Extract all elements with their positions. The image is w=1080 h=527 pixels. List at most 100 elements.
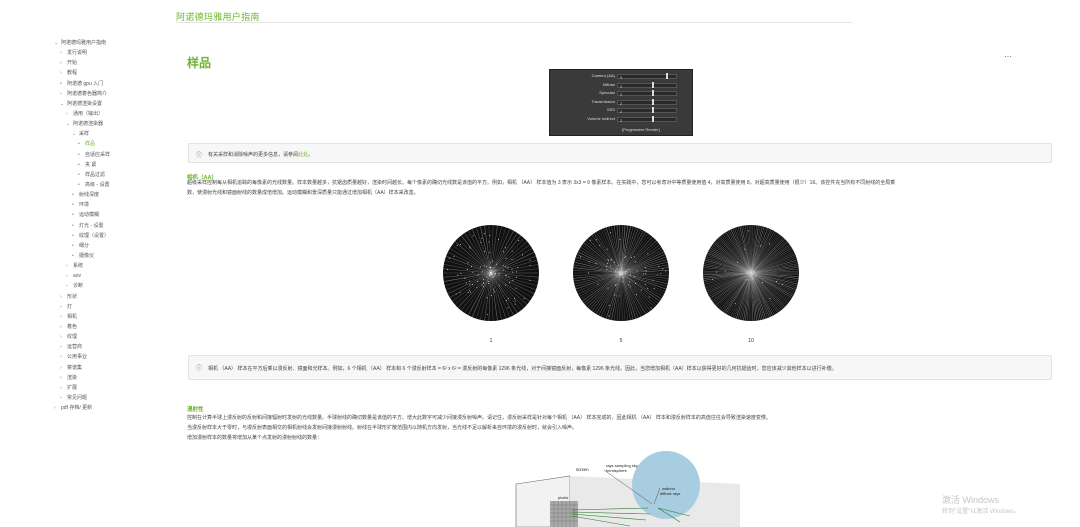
sidebar-item[interactable]: › 着色	[50, 322, 175, 332]
sidebar-item[interactable]: › 扩展	[50, 383, 175, 393]
bullet-icon: •	[78, 171, 80, 178]
sidebar-item[interactable]: ⌄ 阿诺德渲染器	[50, 119, 175, 129]
sidebar-item[interactable]: • 射线深度	[50, 190, 175, 200]
sidebar-item[interactable]: › 通用（输出）	[50, 109, 175, 119]
sidebar-item[interactable]: › 诊断	[50, 281, 175, 291]
bullet-icon: •	[72, 212, 74, 219]
sidebar-item[interactable]: • 阿诺德 gpu 入门	[50, 79, 175, 89]
chevron-right-icon: ›	[60, 374, 62, 381]
sidebar-item[interactable]: › 公用事业	[50, 352, 175, 362]
sidebar-item-label: aov	[73, 273, 82, 280]
sidebar-item[interactable]: › 发行说明	[50, 48, 175, 58]
sidebar-item-label: 阿诺德玛雅用户指南	[61, 40, 107, 46]
bullet-icon: •	[72, 192, 74, 199]
bullet-icon: •	[78, 141, 80, 148]
sidebar-item[interactable]: › aov	[50, 271, 175, 281]
sidebar-item-label: 发行说明	[67, 50, 88, 57]
sidebar-item[interactable]: • 灯光 - 设置	[50, 221, 175, 231]
bullet-icon: •	[60, 80, 62, 87]
sidebar-item[interactable]: ⌄ 采样	[50, 129, 175, 139]
panel-row: Volume Indirect 2	[550, 115, 692, 123]
sidebar-item[interactable]: › 灯	[50, 302, 175, 312]
sidebar-item[interactable]: • 细分	[50, 241, 175, 251]
sidebar-item-label: 样品过滤	[85, 171, 106, 178]
panel-row-value[interactable]: 2	[617, 99, 677, 106]
sidebar-item[interactable]: › 开始	[50, 58, 175, 68]
sidebar-item[interactable]: › 阿诺德着色器简介	[50, 89, 175, 99]
bullet-icon: •	[78, 181, 80, 188]
sidebar-item-label: 高级 - 设置	[85, 181, 110, 188]
paragraph-line: 数，使漫射光线和镜面射线的数量成倍增加。运动模糊和景深质量只能通过增加相机（AA…	[187, 190, 419, 196]
sidebar-item-label: 教程	[67, 70, 78, 77]
diagram-label-rays-2: hemisphere	[606, 468, 628, 473]
sidebar-item[interactable]: • 样品	[50, 139, 175, 149]
sidebar-item[interactable]: • 高级 - 设置	[50, 180, 175, 190]
top-header: 阿诺德玛雅用户指南	[176, 0, 852, 23]
panel-row-label: SSS	[606, 107, 615, 112]
slider-thumb[interactable]	[651, 107, 654, 113]
sampling-settings-panel: [Progressive Render] Camera (AA) 3 Diffuse…	[549, 69, 693, 136]
paragraph-line: 控制在计算半球上漫反射的反射和间接辐射时发射的光线数量。半球射线的确切数量是该值…	[187, 415, 771, 421]
sidebar-item-label: 摄像仪	[79, 252, 95, 259]
panel-row-value[interactable]: 2	[617, 91, 677, 97]
sidebar-item-label: 纹理	[67, 334, 78, 341]
sidebar-item[interactable]: • 摄像仪	[50, 251, 175, 261]
more-options-button[interactable]: ···	[1004, 52, 1012, 61]
sidebar-item[interactable]: • 样品过滤	[50, 170, 175, 180]
sidebar-item[interactable]: › 形状	[50, 292, 175, 302]
sidebar-item-label: 纹理（设置）	[79, 232, 110, 239]
paragraph-line: 超级采样控制每从相机追踪的每像素的光线数量。样本数量越多，抗锯齿质量越好，渲染时…	[187, 180, 896, 186]
sidebar-item[interactable]: › 系统	[50, 261, 175, 271]
sidebar-item-label: 开始	[67, 60, 78, 67]
info-icon: ⓘ	[196, 366, 203, 372]
site-title[interactable]: 阿诺德玛雅用户指南	[176, 10, 260, 23]
disc-label: 1	[489, 338, 493, 344]
sidebar-item-label: 运动模糊	[79, 212, 100, 219]
sidebar-item-label: 样品	[85, 141, 96, 148]
slider-thumb[interactable]	[651, 81, 654, 88]
sidebar-item[interactable]: • 纹理（设置）	[50, 231, 175, 241]
sidebar-item[interactable]: • 环境	[50, 200, 175, 210]
sidebar-item[interactable]: › 相机	[50, 312, 175, 322]
panel-row-label: Diffuse	[602, 81, 615, 87]
diagram-label-screen: screen	[576, 467, 589, 472]
sample-disc-10	[703, 225, 799, 321]
sidebar-item[interactable]: › 渲染	[50, 373, 175, 383]
sidebar-item[interactable]: • 夹 紧	[50, 160, 175, 170]
slider-thumb[interactable]	[651, 115, 654, 122]
sidebar-item-label: 公用事业	[67, 354, 88, 361]
sidebar-item-label: 菜谱集	[67, 364, 83, 371]
sidebar-item[interactable]: › 菜谱集	[50, 363, 175, 373]
slider-thumb[interactable]	[651, 98, 654, 105]
diagram-label-pixels: pixels	[558, 495, 568, 500]
sidebar-item-label: 系统	[73, 263, 84, 270]
disc-rays	[443, 225, 539, 321]
panel-row-label: Camera (AA)	[591, 73, 615, 78]
info-note-text: 有关采样和消除噪声的更多信息，请参阅此处。	[208, 151, 313, 158]
sidebar-item[interactable]: › 纹理	[50, 332, 175, 342]
chevron-down-icon: ⌄	[60, 100, 65, 107]
sidebar-item-label: 阿诺德 gpu 入门	[67, 80, 104, 87]
slider-thumb[interactable]	[666, 73, 669, 79]
chevron-right-icon: ›	[60, 313, 62, 320]
sidebar-item[interactable]: • 运动模糊	[50, 210, 175, 220]
sidebar-item[interactable]: ⌄ 阿诺德玛雅用户指南	[50, 38, 175, 48]
sidebar-item-label: 通用（输出）	[73, 110, 104, 117]
slider-thumb[interactable]	[651, 90, 654, 96]
panel-row: Diffuse 2	[550, 81, 692, 89]
sidebar-item[interactable]: › 常见问题	[50, 393, 175, 403]
bullet-icon: •	[72, 222, 74, 229]
note-link[interactable]: 此处	[298, 152, 308, 158]
sidebar-item-label: 阿诺德着色器简介	[67, 90, 108, 97]
chevron-right-icon: ›	[60, 394, 62, 401]
sidebar-item[interactable]: • 自适应采样	[50, 150, 175, 160]
sidebar-item[interactable]: ⌄ 阿诺德渲染设置	[50, 99, 175, 109]
panel-row-value[interactable]: 2	[617, 116, 677, 123]
info-note-2: ⓘ 相机 （AA） 样本在平方后乘以漫反射、镜面和光样本。例如，6 个相机 （A…	[188, 355, 1052, 380]
panel-row-value[interactable]: 2	[617, 108, 677, 114]
sidebar-item[interactable]: › 运营商	[50, 342, 175, 352]
sidebar-item[interactable]: › pdf 存档/ 更新	[50, 403, 175, 413]
sidebar-item[interactable]: › 教程	[50, 68, 175, 78]
panel-row-value[interactable]: 2	[617, 82, 677, 89]
chevron-right-icon: ›	[66, 273, 68, 280]
